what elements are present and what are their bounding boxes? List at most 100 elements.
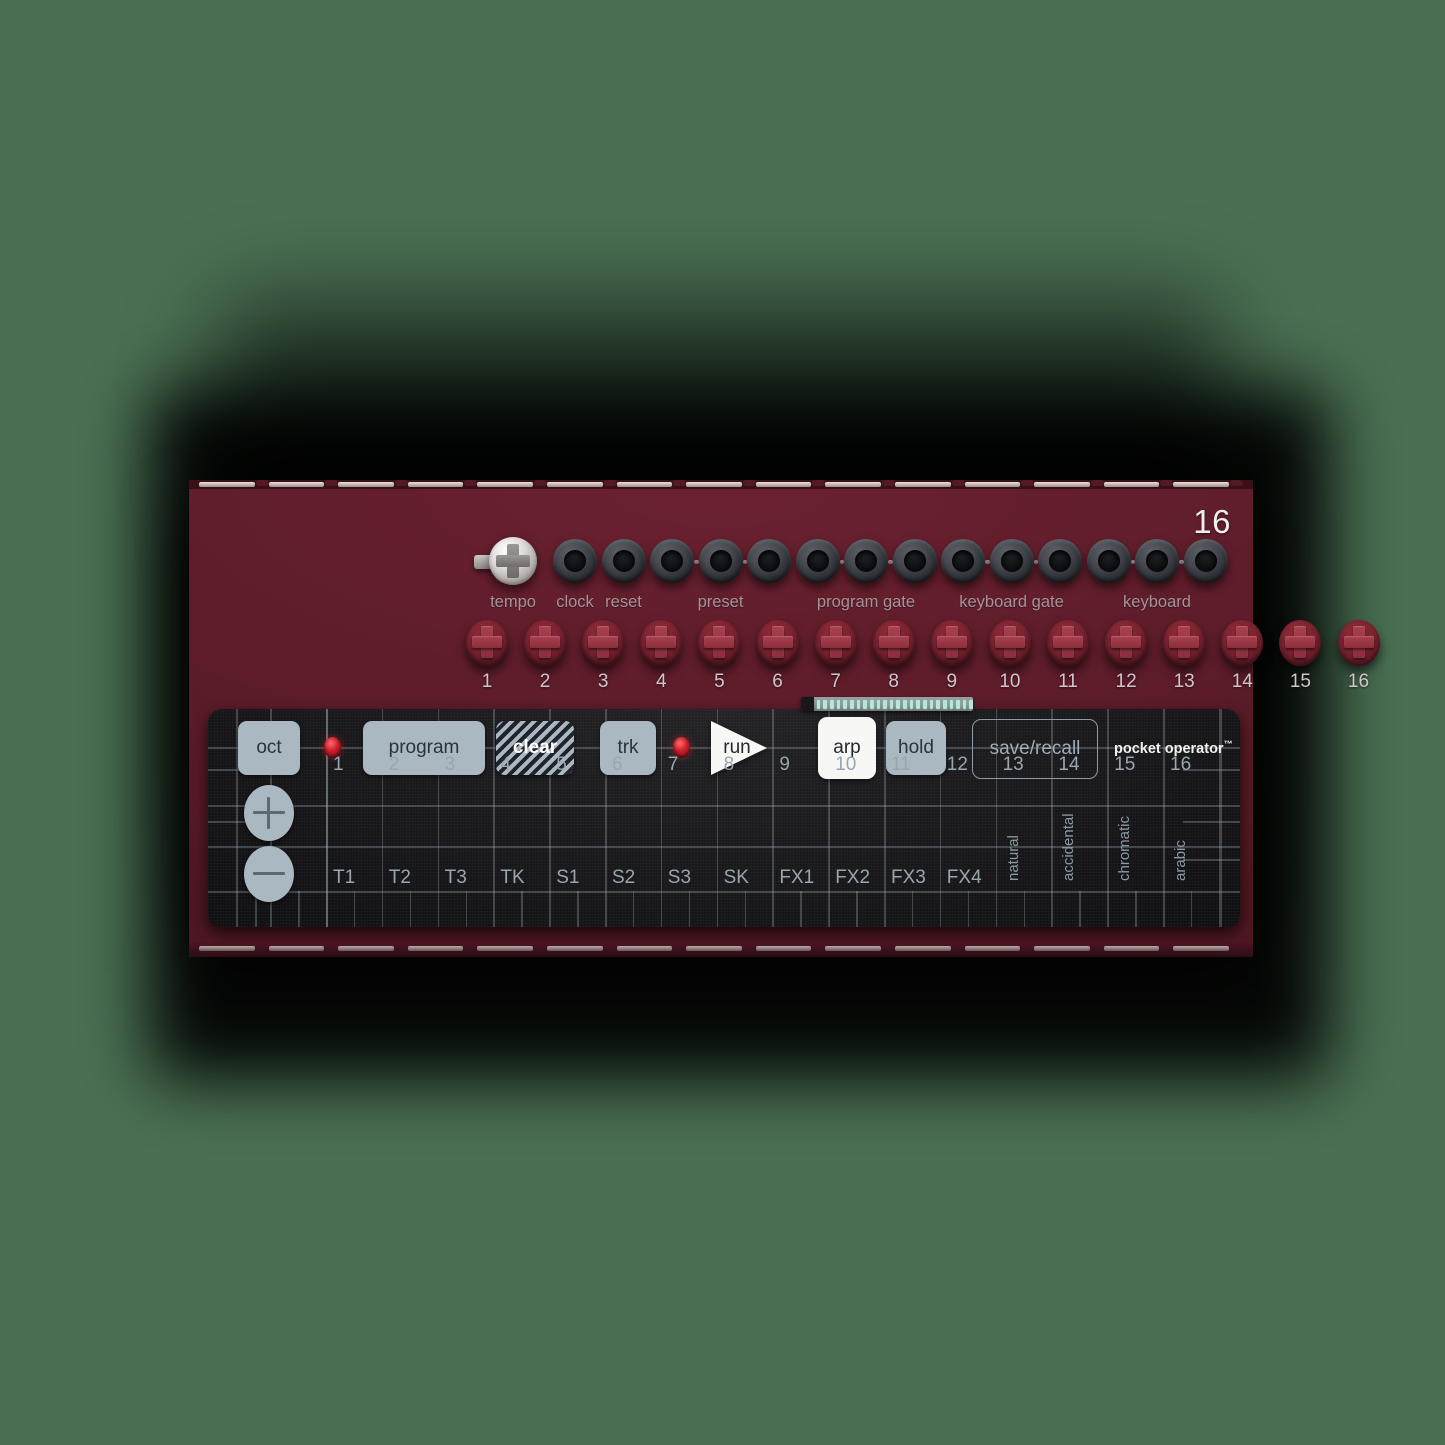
step-number-8: 8 xyxy=(723,754,735,775)
ribbon-led-segment xyxy=(916,699,920,709)
ribbon-led-segment xyxy=(896,699,901,709)
panel-gridline-v-subtick xyxy=(911,891,914,927)
track-label-t1: T1 xyxy=(333,867,356,888)
patch-jack-keyboard-3[interactable] xyxy=(1183,539,1228,583)
run-button[interactable]: run xyxy=(711,721,769,775)
key-button-6[interactable] xyxy=(756,620,799,666)
patch-jack-preset-3[interactable] xyxy=(747,539,791,583)
key-button-4[interactable] xyxy=(640,620,683,666)
panel-gridline-v xyxy=(1107,709,1109,927)
key-number-12: 12 xyxy=(1115,671,1137,692)
key-cross-horizontal xyxy=(936,636,967,648)
patch-jack-preset-2[interactable] xyxy=(698,539,743,583)
edge-ridge xyxy=(1173,946,1229,951)
ribbon-led-segment xyxy=(969,699,973,709)
key-button-7[interactable] xyxy=(814,620,857,666)
edge-ridge xyxy=(686,946,742,951)
edge-ridge xyxy=(477,482,533,487)
edge-gap xyxy=(255,480,269,486)
patch-jack-program-gate-3[interactable] xyxy=(892,539,937,583)
key-button-1[interactable] xyxy=(466,620,508,666)
oct-label: oct xyxy=(256,737,282,758)
patch-jack-keyboard-1[interactable] xyxy=(1086,539,1131,583)
trk-button[interactable]: trk xyxy=(600,721,656,775)
edge-gap xyxy=(603,480,617,486)
edge-gap xyxy=(673,480,687,486)
key-button-13[interactable] xyxy=(1163,620,1206,666)
edge-ridge xyxy=(199,482,255,487)
edge-ridge xyxy=(755,482,812,487)
key-number-7: 7 xyxy=(830,671,841,692)
edge-ridge xyxy=(338,482,394,487)
edge-gap xyxy=(1160,480,1174,486)
step-number-14: 14 xyxy=(1058,754,1080,775)
octave-up-button[interactable] xyxy=(244,785,294,841)
step-number-16: 16 xyxy=(1170,754,1192,775)
key-button-5[interactable] xyxy=(698,620,741,666)
ribbon-cap-start xyxy=(801,697,814,711)
edge-ridge xyxy=(825,482,881,487)
step-number-3: 3 xyxy=(444,754,456,775)
key-number-6: 6 xyxy=(772,671,783,692)
key-button-2[interactable] xyxy=(524,620,567,666)
octave-down-button[interactable] xyxy=(244,846,294,902)
ribbon-led-segment xyxy=(869,699,874,709)
edge-gap xyxy=(394,480,408,486)
key-number-16: 16 xyxy=(1347,671,1370,692)
key-button-14[interactable] xyxy=(1221,620,1264,666)
program-button[interactable]: program xyxy=(363,721,485,775)
track-label-fx4: FX4 xyxy=(946,867,982,888)
ribbon-led-segment xyxy=(936,699,940,709)
edge-ridge xyxy=(1034,482,1090,487)
jack-group-label-tempo: tempo xyxy=(490,593,536,611)
key-button-9[interactable] xyxy=(930,620,973,666)
ribbon-led-segment xyxy=(929,699,934,709)
oct-button[interactable]: oct xyxy=(238,721,300,775)
track-label-fx1: FX1 xyxy=(779,867,815,888)
track-label-sk: SK xyxy=(723,867,749,888)
key-button-3[interactable] xyxy=(582,620,625,666)
jack-group-label-clock: clock xyxy=(556,593,594,611)
key-number-14: 14 xyxy=(1231,671,1253,692)
key-button-16[interactable] xyxy=(1337,620,1380,666)
key-button-11[interactable] xyxy=(1047,620,1089,666)
patch-jack-keyboard-gate-1[interactable] xyxy=(941,539,985,583)
ribbon-led-segment xyxy=(962,699,967,709)
edge-ridge xyxy=(1103,482,1160,487)
patch-jack-keyboard-2[interactable] xyxy=(1135,539,1179,583)
edge-gap xyxy=(951,480,965,486)
edge-ridge xyxy=(616,482,673,487)
pocket-operator-modular-device: 16 clock reset preset program gate keyboard … xyxy=(189,480,1380,957)
key-button-10[interactable] xyxy=(988,620,1031,666)
tempo-knob[interactable] xyxy=(489,537,537,585)
key-cross-horizontal xyxy=(704,636,735,648)
patch-jack-keyboard-gate-2[interactable] xyxy=(989,539,1034,583)
panel-gridline-v-subtick xyxy=(688,891,691,927)
panel-gridline-h-short xyxy=(1183,769,1240,771)
key-cross-horizontal xyxy=(1285,636,1316,648)
patch-jack-preset-1[interactable] xyxy=(650,539,694,583)
patch-jack-labels: clock reset preset program gate keyboard gat… xyxy=(189,593,1253,613)
ribbon-led-segment xyxy=(816,699,821,709)
edge-gap xyxy=(1021,480,1035,486)
patch-jack-program-gate-1[interactable] xyxy=(795,539,840,583)
panel-gridline-v-subtick xyxy=(744,891,747,927)
ribbon-led-segment xyxy=(823,699,828,709)
ribbon-led-segment xyxy=(903,699,907,709)
key-button-12[interactable] xyxy=(1105,620,1148,666)
jack-group-link xyxy=(839,560,844,564)
patch-jack-program-gate-2[interactable] xyxy=(844,539,888,583)
key-button-8[interactable] xyxy=(872,620,915,666)
key-cross-horizontal xyxy=(588,636,619,648)
edge-ridge xyxy=(268,482,325,487)
top-edge-ridges xyxy=(189,480,1253,489)
control-panel: oct program clear trk run arp hold save/recall p… xyxy=(208,709,1240,927)
edge-ridge xyxy=(895,482,951,487)
ribbon-led-segment xyxy=(856,699,861,709)
panel-gridline-h-short xyxy=(1183,859,1240,861)
patch-jack-keyboard-gate-3[interactable] xyxy=(1038,539,1082,583)
panel-gridline-v-subtick xyxy=(632,891,635,927)
patch-jack-reset-1[interactable] xyxy=(601,539,646,583)
patch-jack-clock-1[interactable] xyxy=(553,539,597,583)
ribbon-led-segment xyxy=(949,699,954,709)
